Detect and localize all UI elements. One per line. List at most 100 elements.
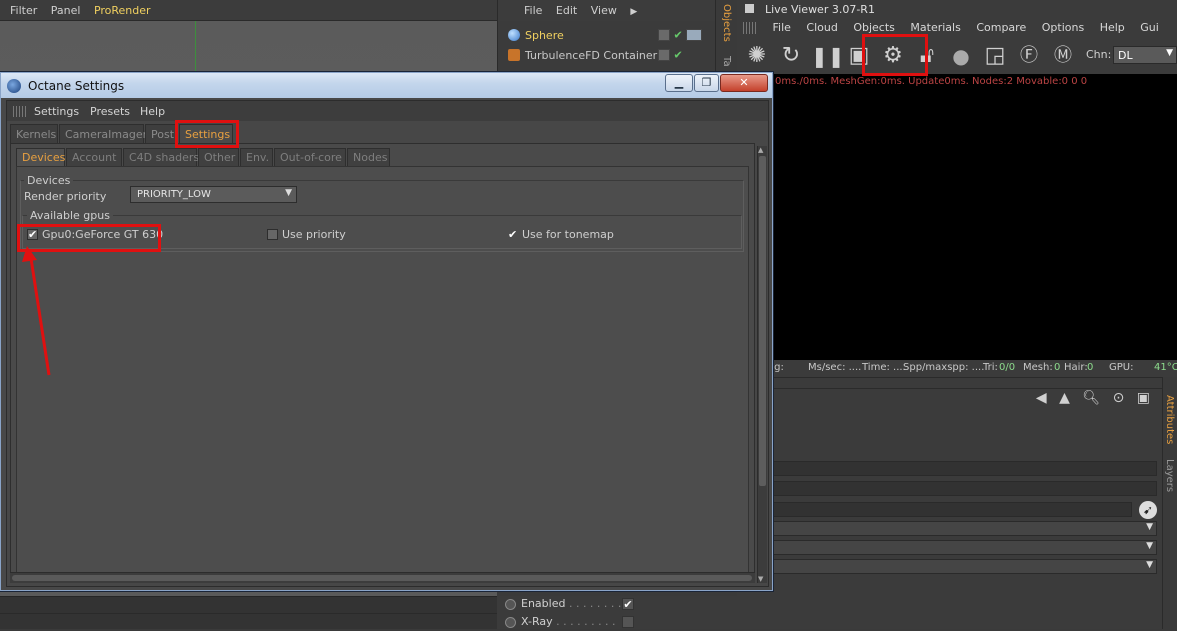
dialog-body: Settings Presets Help Kernels CameraImag… <box>6 100 769 587</box>
scroll-up-icon[interactable]: ▲ <box>758 146 763 154</box>
tab-kernels[interactable]: Kernels <box>10 124 58 143</box>
tab-account[interactable]: Account <box>66 148 122 166</box>
live-viewer-menubar: File Cloud Objects Materials Compare Opt… <box>737 18 1177 38</box>
tab-env[interactable]: Env. <box>240 148 273 166</box>
om-menu-view[interactable]: View <box>581 0 617 17</box>
attribute-field[interactable] <box>772 461 1157 476</box>
object-row-turbulencefd[interactable]: TurbulenceFD Container ✔ <box>498 45 716 65</box>
render-stats-text: 0ms./0ms. MeshGen:0ms. Update0ms. Nodes:… <box>775 76 1088 87</box>
sphere-icon <box>508 29 520 41</box>
menu-help[interactable]: Help <box>140 105 165 118</box>
material-ball-icon[interactable]: ● <box>947 42 975 70</box>
attribute-dropdown[interactable]: ▼ <box>772 559 1157 574</box>
status-mesh-label: Mesh: <box>1023 362 1053 373</box>
radio-icon[interactable] <box>505 616 516 628</box>
pause-icon[interactable]: ❚❚ <box>811 42 845 70</box>
attribute-nav-icons[interactable]: ◀ ▲ 🔍︎ ⊙ ▣ <box>1036 390 1154 406</box>
tab-cameraimager[interactable]: CameraImager <box>59 124 147 143</box>
dialog-titlebar[interactable]: Octane Settings ▁ ❐ ✕ <box>1 73 772 98</box>
send-scene-icon[interactable]: ✺ <box>743 42 771 70</box>
status-gpu-label: GPU: <box>1109 362 1134 373</box>
render-priority-select[interactable]: PRIORITY_LOW ▼ <box>130 186 297 203</box>
grid-axis-line <box>195 21 196 71</box>
cinema4d-logo-icon <box>7 79 21 93</box>
tab-out-of-core[interactable]: Out-of-core <box>274 148 346 166</box>
enabled-check-icon[interactable]: ✔ <box>674 29 683 42</box>
tab-devices[interactable]: Devices <box>16 148 65 166</box>
tab-post[interactable]: Post <box>145 124 178 143</box>
om-menu-edit[interactable]: Edit <box>546 0 577 17</box>
material-pick-icon[interactable]: Ⓜ <box>1049 42 1077 70</box>
tab-c4d-shaders[interactable]: C4D shaders <box>123 148 199 166</box>
use-priority-checkbox[interactable] <box>267 229 278 240</box>
restart-icon[interactable]: ↻ <box>777 42 805 70</box>
lv-menu-file[interactable]: File <box>761 18 791 34</box>
lv-menu-cloud[interactable]: Cloud <box>794 18 837 34</box>
window-menu-icon[interactable] <box>745 4 754 13</box>
visibility-icon[interactable] <box>658 49 670 61</box>
status-gpu-temp: 41°C <box>1154 362 1177 373</box>
menu-filter[interactable]: Filter <box>0 0 37 17</box>
close-button[interactable]: ✕ <box>720 74 768 92</box>
tab-attributes[interactable]: Attributes <box>1164 395 1175 444</box>
lv-menu-help[interactable]: Help <box>1088 18 1125 34</box>
vertical-scrollbar[interactable]: ▲ ▼ <box>757 146 767 583</box>
enabled-label: Enabled <box>521 597 566 610</box>
viewport-menubar: Filter Panel ProRender <box>0 0 497 21</box>
attribute-dropdown[interactable]: ▼ <box>772 521 1157 536</box>
maximize-button[interactable]: ❐ <box>694 74 719 92</box>
status-hair-label: Hair: <box>1064 362 1088 373</box>
annotation-box-settings-icon <box>862 34 928 76</box>
tab-layers[interactable]: Layers <box>1164 459 1175 492</box>
lv-menu-compare[interactable]: Compare <box>964 18 1026 34</box>
tab-other[interactable]: Other <box>198 148 239 166</box>
menu-settings[interactable]: Settings <box>34 105 79 118</box>
use-priority-label: Use priority <box>282 228 346 241</box>
visibility-icon[interactable] <box>658 29 670 41</box>
horizontal-scrollbar[interactable] <box>10 572 755 583</box>
lv-menu-gui[interactable]: Gui <box>1128 18 1159 34</box>
enabled-row[interactable]: Enabled . . . . . . . . . ✔ <box>505 597 634 613</box>
live-viewer-title: Live Viewer 3.07-R1 <box>765 3 875 16</box>
xray-checkbox[interactable] <box>622 616 634 628</box>
pick-cursor-icon[interactable]: ➹ <box>1139 501 1157 519</box>
turbulencefd-icon <box>508 49 520 61</box>
status-hair: 0 <box>1087 362 1094 373</box>
tab-takes[interactable]: Ta <box>721 56 732 67</box>
scroll-down-icon[interactable]: ▼ <box>758 575 763 583</box>
channel-value: DL <box>1118 49 1133 62</box>
menu-prorender[interactable]: ProRender <box>84 0 151 17</box>
channel-select[interactable]: DL ▼ <box>1113 46 1177 64</box>
menu-presets[interactable]: Presets <box>90 105 130 118</box>
render-priority-label: Render priority <box>24 190 107 203</box>
basic-properties: Enabled . . . . . . . . . ✔ X-Ray . . . … <box>497 596 737 629</box>
region-render-icon[interactable]: ◲ <box>981 42 1009 70</box>
object-manager: File Edit View ▶ Sphere ✔ TurbulenceFD C… <box>497 0 716 72</box>
minimize-button[interactable]: ▁ <box>665 74 693 92</box>
enabled-check-icon[interactable]: ✔ <box>674 49 683 62</box>
use-tonemap-checkbox[interactable]: ✔ <box>507 229 518 240</box>
annotation-box-gpu <box>17 224 161 252</box>
lv-menu-materials[interactable]: Materials <box>898 18 960 34</box>
scrollbar-thumb[interactable] <box>12 575 752 581</box>
octane-settings-dialog: Octane Settings ▁ ❐ ✕ Settings Presets H… <box>0 72 773 591</box>
attribute-field[interactable] <box>772 502 1132 517</box>
om-expand-arrow-icon[interactable]: ▶ <box>620 3 637 17</box>
lv-menu-options[interactable]: Options <box>1030 18 1084 34</box>
tab-nodes[interactable]: Nodes <box>347 148 390 166</box>
channel-label: Chn: <box>1086 48 1112 61</box>
status-time: Time: .... <box>862 362 906 373</box>
focus-pick-icon[interactable]: Ⓕ <box>1015 42 1043 70</box>
scrollbar-thumb[interactable] <box>759 156 766 486</box>
material-tag-icon[interactable] <box>686 29 703 41</box>
attribute-field[interactable] <box>772 481 1157 496</box>
object-row-sphere[interactable]: Sphere ✔ <box>498 25 716 45</box>
om-menu-file[interactable]: File <box>498 0 542 17</box>
render-view[interactable] <box>737 74 1177 360</box>
tab-objects[interactable]: Objects <box>721 4 732 42</box>
lv-menu-objects[interactable]: Objects <box>841 18 895 34</box>
menu-panel[interactable]: Panel <box>41 0 81 17</box>
attribute-dropdown[interactable]: ▼ <box>772 540 1157 555</box>
enabled-checkbox[interactable]: ✔ <box>622 598 634 610</box>
radio-icon[interactable] <box>505 598 516 610</box>
